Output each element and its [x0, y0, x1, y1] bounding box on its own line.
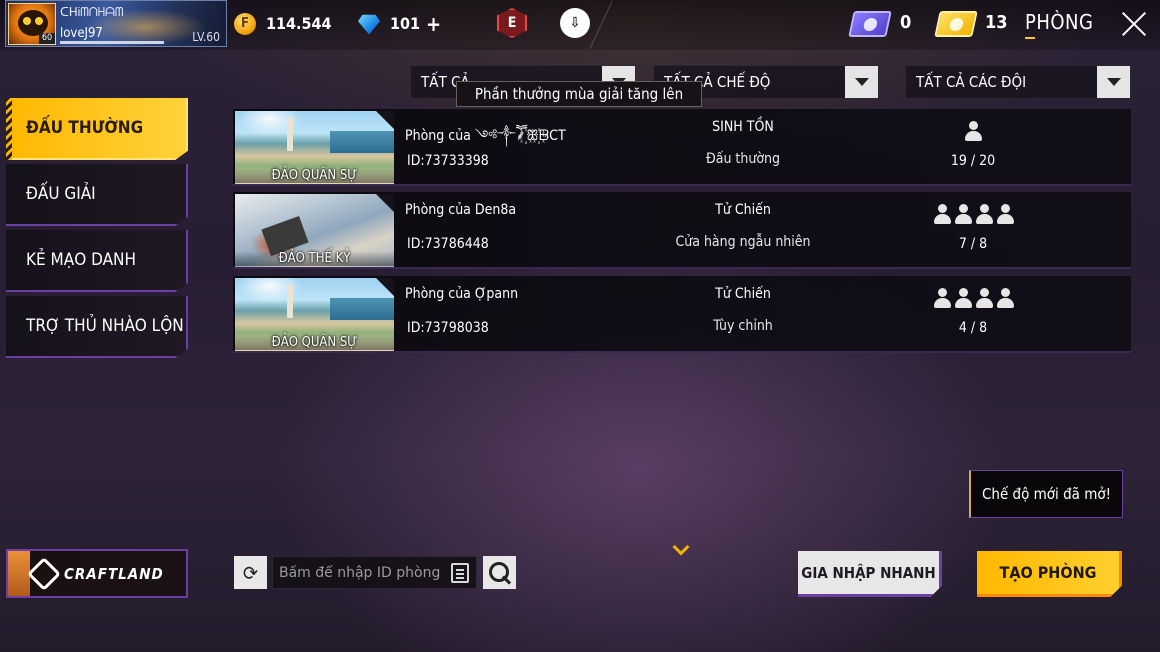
filter-teams-dropdown[interactable]: TẤT CẢ CÁC ĐỘI	[905, 65, 1131, 99]
player-profile-card[interactable]: 60 ᑕᕼᎥᗰᑎᕼᗩᗰ loveJ97 LV.60	[5, 0, 227, 47]
close-icon[interactable]	[1120, 10, 1148, 38]
top-divider	[590, 0, 612, 50]
dropdown-arrow-icon[interactable]	[1097, 66, 1130, 98]
tab-label: ĐẤU THƯỜNG	[26, 118, 144, 138]
title-underline	[1025, 37, 1035, 39]
avatar: 60	[8, 3, 56, 45]
room-name: Phòng của Ợpann	[405, 286, 519, 302]
person-icon	[933, 204, 951, 224]
new-mode-notice[interactable]: Chế độ mới đã mở!	[969, 470, 1123, 518]
refresh-icon: ⟳	[242, 560, 259, 585]
room-mode: Tử Chiến	[715, 286, 771, 302]
level-progress-bar	[60, 41, 164, 44]
room-submode: Tùy chỉnh	[713, 318, 773, 334]
purple-ticket-count: 0	[900, 12, 912, 33]
dropdown-arrow-icon[interactable]	[845, 66, 878, 98]
create-room-button[interactable]: TẠO PHÒNG	[977, 551, 1122, 597]
player-name: ᑕᕼᎥᗰᑎᕼᗩᗰ	[60, 5, 124, 19]
chevron-down-icon[interactable]	[672, 538, 690, 556]
avatar-level-badge: 60	[39, 33, 55, 44]
person-icon	[996, 204, 1014, 224]
team-size-icons	[923, 204, 1023, 224]
room-row[interactable]: ĐẢO THẾ KỶ Phòng của Den8a ID:73786448 T…	[233, 192, 1131, 269]
room-mode: SINH TỒN	[712, 119, 774, 135]
purple-ticket-icon[interactable]	[848, 11, 892, 37]
room-name: Phòng của Den8a	[405, 202, 517, 218]
craftland-logo-icon	[27, 556, 61, 591]
room-id: ID:73733398	[407, 153, 489, 169]
map-name: ĐẢO QUÂN SỰ	[235, 168, 394, 183]
player-count: 19 / 20	[950, 153, 996, 169]
person-icon	[996, 288, 1014, 308]
gold-coin-icon: F	[234, 12, 256, 35]
filter-teams-value: TẤT CẢ CÁC ĐỘI	[916, 73, 1027, 91]
team-size-icons	[923, 288, 1023, 308]
tab-label: ĐẤU GIẢI	[26, 184, 96, 204]
room-mode: Tử Chiến	[715, 202, 771, 218]
room-submode: Cửa hàng ngẫu nhiên	[675, 234, 811, 250]
map-thumbnail: ĐẢO QUÂN SỰ	[235, 111, 394, 184]
craftland-button[interactable]: CRAFTLAND	[6, 549, 188, 598]
player-guild-name: loveJ97	[60, 26, 103, 41]
paste-icon[interactable]	[451, 563, 469, 583]
person-icon	[975, 288, 993, 308]
team-size-icons	[923, 121, 1023, 141]
diamond-currency[interactable]: 101 +	[358, 0, 441, 47]
refresh-button[interactable]: ⟳	[234, 556, 267, 589]
corner-decoration	[376, 194, 394, 212]
map-thumbnail: ĐẢO THẾ KỶ	[235, 194, 394, 267]
person-icon	[954, 288, 972, 308]
person-icon	[975, 204, 993, 224]
room-id: ID:73786448	[407, 236, 489, 252]
season-reward-tooltip: Phần thưởng mùa giải tăng lên	[456, 81, 702, 107]
corner-decoration	[376, 278, 394, 296]
player-count: 4 / 8	[958, 320, 988, 336]
craftland-label: CRAFTLAND	[64, 564, 164, 583]
player-level: LV.60	[192, 30, 220, 44]
gold-ticket-icon[interactable]	[934, 11, 978, 37]
search-button[interactable]	[483, 556, 516, 589]
room-id-search-input[interactable]	[272, 556, 477, 589]
tab-label: TRỢ THỦ NHÀO LỘN	[26, 316, 184, 336]
room-submode: Đấu thường	[705, 151, 781, 167]
tab-normal-match[interactable]: ĐẤU THƯỜNG	[6, 98, 188, 160]
diamond-icon	[358, 14, 380, 35]
room-row[interactable]: ĐẢO QUÂN SỰ Phòng của Ợpann ID:73798038 …	[233, 276, 1131, 353]
map-name: ĐẢO THẾ KỶ	[235, 251, 394, 266]
cloud-download-icon[interactable]: ⇩	[560, 8, 590, 38]
diamond-amount: 101	[390, 14, 421, 33]
add-diamond-button[interactable]: +	[426, 12, 441, 36]
gold-currency: F 114.544	[234, 0, 332, 47]
gold-ticket-count: 13	[985, 12, 1008, 33]
map-thumbnail: ĐẢO QUÂN SỰ	[235, 278, 394, 351]
player-count: 7 / 8	[958, 236, 988, 252]
tab-label: KẺ MẠO DANH	[26, 250, 136, 270]
gold-amount: 114.544	[266, 14, 332, 33]
tab-tournament[interactable]: ĐẤU GIẢI	[6, 164, 188, 226]
person-icon	[933, 288, 951, 308]
tab-stunt-assistant[interactable]: TRỢ THỦ NHÀO LỘN	[6, 296, 188, 358]
person-icon	[954, 204, 972, 224]
map-name: ĐẢO QUÂN SỰ	[235, 335, 394, 350]
room-row[interactable]: ĐẢO QUÂN SỰ Phòng của ༺༒ཽ⸙꙰ꕥ꙰ᗸCT ID:7373…	[233, 109, 1131, 186]
tab-impostor[interactable]: KẺ MẠO DANH	[6, 230, 188, 292]
quick-join-button[interactable]: GIA NHẬP NHANH	[798, 551, 942, 597]
person-icon	[964, 121, 982, 141]
page-title: PHÒNG	[1025, 10, 1094, 34]
room-id: ID:73798038	[407, 320, 489, 336]
corner-decoration	[376, 111, 394, 129]
